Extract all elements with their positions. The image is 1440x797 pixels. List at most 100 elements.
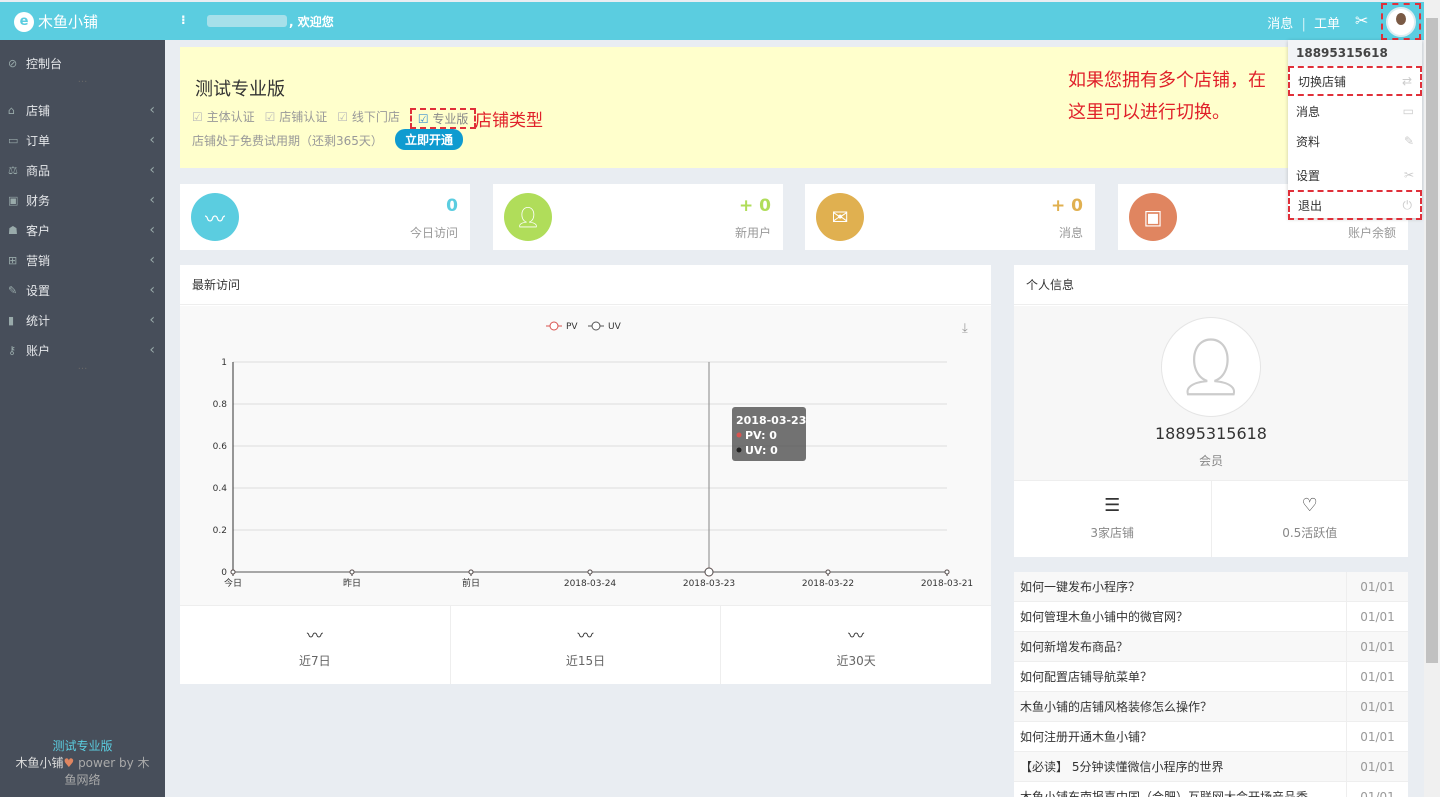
dropdown-item[interactable]: 资料✎ <box>1288 126 1422 156</box>
article-row[interactable]: 木鱼小铺东南报喜中国（合肥）互联网大会开场产品秀01/01 <box>1014 782 1408 797</box>
article-date: 01/01 <box>1346 602 1408 632</box>
article-row[interactable]: 【必读】 5分钟读懂微信小程序的世界01/01 <box>1014 752 1408 782</box>
sidebar-item[interactable]: ☗客户‹ <box>0 215 165 245</box>
activate-now-button[interactable]: 立即开通 <box>395 129 463 150</box>
range-button[interactable]: 〰近7日 <box>180 606 451 684</box>
article-title[interactable]: 如何注册开通木鱼小铺？ <box>1014 728 1346 745</box>
sidebar-icon: ⊘ <box>8 57 26 70</box>
sidebar-item[interactable]: ✎设置‹ <box>0 275 165 305</box>
stat-label: 账户余额 <box>1348 224 1396 241</box>
scrollbar-thumb[interactable] <box>1426 18 1438 663</box>
sidebar: ⊘控制台···⌂店铺‹▭订单‹⚖商品‹▣财务‹☗客户‹⊞营销‹✎设置‹▮统计‹⚷… <box>0 40 165 797</box>
profile-body: 👤︎ 18895315618 会员 <box>1014 306 1408 480</box>
profile-avatar-icon: 👤︎ <box>1161 317 1261 417</box>
tip-line: 这里可以进行切换。 <box>1068 97 1266 129</box>
store-banner: 测试专业版 ☑ 主体认证 ☑ 店铺认证 ☑ 线下门店 ☑ 专业版 店铺类型 店铺… <box>180 47 1422 168</box>
article-row[interactable]: 如何一键发布小程序？01/01 <box>1014 572 1408 602</box>
sidebar-item[interactable]: ⌂店铺‹ <box>0 95 165 125</box>
sidebar-item[interactable]: ⊞营销‹ <box>0 245 165 275</box>
dropdown-item[interactable]: 消息▭ <box>1288 96 1422 126</box>
stat-value: + 0 <box>1051 196 1083 216</box>
article-date: 01/01 <box>1346 752 1408 782</box>
stack-icon: ☰ <box>1014 495 1211 516</box>
article-row[interactable]: 木鱼小铺的店铺风格装修怎么操作？01/01 <box>1014 692 1408 722</box>
stat-icon: ▣ <box>1129 193 1177 241</box>
divider: ··· <box>0 365 165 382</box>
page-scrollbar[interactable] <box>1424 0 1440 797</box>
sidebar-item-label: 账户 <box>26 342 50 359</box>
menu-toggle-icon[interactable]: ⁝ <box>181 13 186 27</box>
dropdown-item-label: 设置 <box>1296 167 1320 184</box>
chevron-left-icon: ‹ <box>149 132 155 148</box>
tag-store-verify: ☑ 店铺认证 <box>265 108 328 129</box>
brand-logo[interactable]: e木鱼小铺 <box>14 11 98 32</box>
data-point <box>826 570 830 574</box>
chevron-left-icon: ‹ <box>149 222 155 238</box>
recent-visits-panel: 最新访问 00.20.40.60.81今日昨日前日2018-03-242018-… <box>180 265 991 684</box>
chevron-left-icon: ‹ <box>149 342 155 358</box>
article-date: 01/01 <box>1346 632 1408 662</box>
chevron-left-icon: ‹ <box>149 162 155 178</box>
legend-label: PV <box>566 322 578 332</box>
chart-area: 00.20.40.60.81今日昨日前日2018-03-242018-03-23… <box>180 306 991 605</box>
x-tick-label: 2018-03-24 <box>564 579 617 589</box>
stat-card: 👤︎+ 0新用户 <box>493 184 783 250</box>
sidebar-item[interactable]: ⚖商品‹ <box>0 155 165 185</box>
article-row[interactable]: 如何注册开通木鱼小铺？01/01 <box>1014 722 1408 752</box>
sidebar-item[interactable]: ▮统计‹ <box>0 305 165 335</box>
article-date: 01/01 <box>1346 782 1408 797</box>
link-divider: | <box>1301 17 1305 32</box>
article-title[interactable]: 如何一键发布小程序？ <box>1014 578 1346 595</box>
legend-label: UV <box>608 322 622 332</box>
x-tick-label: 2018-03-22 <box>802 579 854 589</box>
messages-link[interactable]: 消息 <box>1267 17 1293 32</box>
range-button[interactable]: 〰近15日 <box>451 606 722 684</box>
pulse-icon: 〰 <box>180 622 450 646</box>
sidebar-item[interactable]: ⚷账户‹ <box>0 335 165 365</box>
data-point <box>945 570 949 574</box>
tickets-link[interactable]: 工单 <box>1314 17 1340 32</box>
dropdown-item[interactable]: 设置✂ <box>1288 160 1422 190</box>
tooltip-uv-dot <box>737 448 742 453</box>
dropdown-item-label: 资料 <box>1296 133 1320 150</box>
sidebar-item[interactable]: ▣财务‹ <box>0 185 165 215</box>
profile-phone: 18895315618 <box>1014 424 1408 443</box>
legend-marker <box>592 322 600 330</box>
x-tick-label: 2018-03-23 <box>683 579 735 589</box>
sidebar-item[interactable]: ⊘控制台 <box>0 48 165 78</box>
stat-icon: ✉ <box>816 193 864 241</box>
article-row[interactable]: 如何新增发布商品？01/01 <box>1014 632 1408 662</box>
article-title[interactable]: 如何配置店铺导航菜单？ <box>1014 668 1346 685</box>
shops-count[interactable]: ☰3家店铺 <box>1014 481 1212 557</box>
sidebar-item[interactable]: ▭订单‹ <box>0 125 165 155</box>
tools-icon[interactable]: ✂ <box>1355 11 1368 30</box>
tag-label: 线下门店 <box>352 110 400 124</box>
article-title[interactable]: 如何新增发布商品？ <box>1014 638 1346 655</box>
dropdown-item[interactable]: 退出⏻ <box>1288 190 1422 220</box>
article-title[interactable]: 木鱼小铺的店铺风格装修怎么操作？ <box>1014 698 1346 715</box>
sidebar-item-label: 控制台 <box>26 55 62 72</box>
dropdown-item[interactable]: 切换店铺⇄ <box>1288 66 1422 96</box>
data-point <box>705 568 713 576</box>
y-tick-label: 0 <box>221 568 227 578</box>
dropdown-item-label: 消息 <box>1296 103 1320 120</box>
article-row[interactable]: 如何配置店铺导航菜单？01/01 <box>1014 662 1408 692</box>
article-title[interactable]: 木鱼小铺东南报喜中国（合肥）互联网大会开场产品秀 <box>1014 788 1346 797</box>
article-row[interactable]: 如何管理木鱼小铺中的微官网？01/01 <box>1014 602 1408 632</box>
stat-label: 今日访问 <box>410 224 458 241</box>
sidebar-icon: ✎ <box>8 284 26 297</box>
user-avatar-button[interactable] <box>1381 3 1421 40</box>
article-date: 01/01 <box>1346 722 1408 752</box>
article-title[interactable]: 如何管理木鱼小铺中的微官网？ <box>1014 608 1346 625</box>
chevron-left-icon: ‹ <box>149 252 155 268</box>
range-button[interactable]: 〰近30天 <box>721 606 991 684</box>
stat-icon: 〰 <box>191 193 239 241</box>
user-dropdown-menu: 18895315618 切换店铺⇄消息▭资料✎设置✂退出⏻ <box>1288 40 1422 218</box>
heart-icon: ♡ <box>1212 495 1409 516</box>
check-icon: ☑ <box>265 110 276 124</box>
article-date: 01/01 <box>1346 662 1408 692</box>
article-title[interactable]: 【必读】 5分钟读懂微信小程序的世界 <box>1014 758 1346 775</box>
sidebar-item-label: 订单 <box>26 132 50 149</box>
avatar-icon <box>1386 7 1416 37</box>
sidebar-item-label: 财务 <box>26 192 50 209</box>
